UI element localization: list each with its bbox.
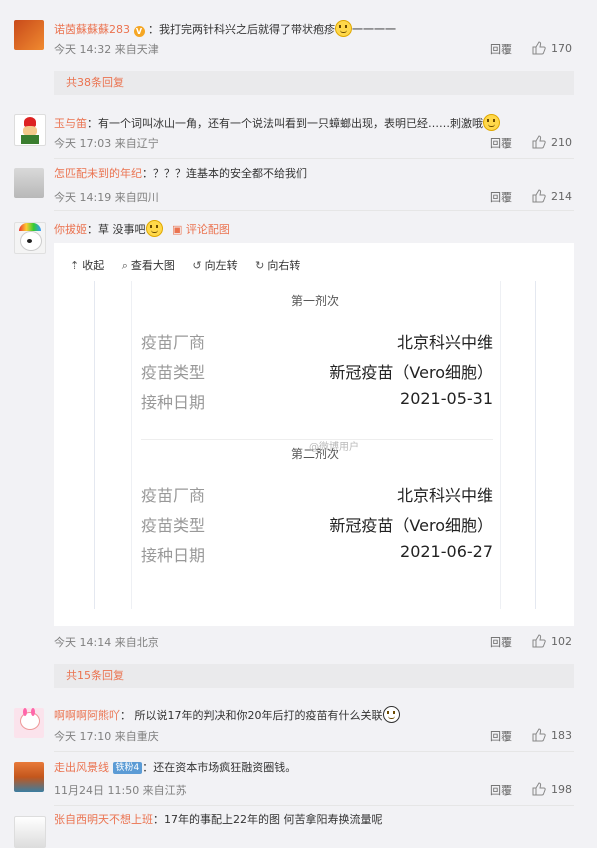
thumbs-up-icon bbox=[532, 135, 546, 149]
dose-tab: 第一剂次 bbox=[291, 294, 340, 308]
comment-text: ：草 没事吧 bbox=[87, 223, 146, 236]
watermark: @微博用户 bbox=[309, 442, 359, 453]
verified-icon: V bbox=[133, 26, 145, 37]
comment-time: 11月24日 11:50 来自江苏 bbox=[54, 784, 187, 797]
like-button[interactable]: 183 bbox=[532, 728, 572, 742]
comment-thread: { "comments": [ { "user": "诺茵蘇蘇蘇283", "t… bbox=[0, 0, 597, 848]
info-row: 接种日期 2021-06-27 bbox=[141, 542, 493, 565]
comment-picture-link[interactable]: 评论配图 bbox=[186, 223, 230, 236]
thumbs-up-icon bbox=[532, 41, 546, 55]
like-count: 170 bbox=[551, 42, 572, 55]
like-button[interactable]: 210 bbox=[532, 135, 572, 149]
like-button[interactable]: 214 bbox=[532, 189, 572, 203]
username[interactable]: 玉与笛 bbox=[54, 117, 87, 130]
like-count: 210 bbox=[551, 136, 572, 149]
divider bbox=[54, 210, 574, 211]
rotate-right-icon: ↻ bbox=[255, 259, 265, 272]
username[interactable]: 你拔姬 bbox=[54, 223, 87, 236]
like-button[interactable]: 170 bbox=[532, 41, 572, 55]
more-replies-button[interactable]: 共38条回复 bbox=[54, 71, 574, 95]
like-count: 102 bbox=[551, 635, 572, 648]
avatar[interactable] bbox=[14, 168, 44, 198]
username[interactable]: 啊啊啊阿熊吖 bbox=[54, 709, 120, 722]
rotate-right-button[interactable]: ↻ 向右转 bbox=[255, 259, 300, 272]
reply-button[interactable]: 回覆 bbox=[490, 189, 512, 205]
comment-text: ：我打完两针科兴之后就得了带状疱疹 bbox=[148, 23, 335, 36]
thumbs-up-icon bbox=[532, 189, 546, 203]
rotate-left-icon: ↺ bbox=[192, 259, 202, 272]
avatar[interactable] bbox=[14, 708, 44, 738]
divider bbox=[54, 158, 574, 159]
username[interactable]: 诺茵蘇蘇蘇283 bbox=[54, 23, 130, 36]
thumbs-up-icon bbox=[532, 728, 546, 742]
sad-emoji-icon bbox=[145, 220, 163, 237]
reply-button[interactable]: 回覆 bbox=[490, 41, 512, 57]
search-icon: ⌕ bbox=[121, 259, 128, 272]
like-count: 198 bbox=[551, 783, 572, 796]
avatar[interactable] bbox=[14, 222, 46, 254]
info-row: 疫苗类型 新冠疫苗（Vero细胞） bbox=[141, 363, 493, 382]
comment-time: 今天 14:14 来自北京 bbox=[54, 636, 159, 649]
username[interactable]: 走出风景线 bbox=[54, 761, 109, 774]
fan-level-badge: 铁粉4 bbox=[112, 762, 143, 774]
like-button[interactable]: 198 bbox=[532, 782, 572, 796]
collapse-button[interactable]: ⇡ 收起 bbox=[70, 259, 104, 272]
like-count: 183 bbox=[551, 729, 572, 742]
info-row: 疫苗厂商 北京科兴中维 bbox=[141, 333, 493, 352]
smile-emoji-icon bbox=[483, 114, 500, 131]
reply-button[interactable]: 回覆 bbox=[490, 728, 512, 744]
smile-emoji-icon bbox=[335, 20, 352, 37]
view-large-button[interactable]: ⌕ 查看大图 bbox=[122, 259, 175, 272]
comment-time: 今天 17:10 来自重庆 bbox=[54, 730, 159, 743]
rotate-left-button[interactable]: ↺ 向左转 bbox=[192, 259, 237, 272]
reply-button[interactable]: 回覆 bbox=[490, 782, 512, 798]
like-count: 214 bbox=[551, 190, 572, 203]
username[interactable]: 张自西明天不想上班 bbox=[54, 813, 153, 826]
comment-time: 今天 17:03 来自辽宁 bbox=[54, 137, 159, 150]
info-row: 接种日期 2021-05-31 bbox=[141, 389, 493, 412]
thumbs-up-icon bbox=[532, 782, 546, 796]
info-row: 疫苗类型 新冠疫苗（Vero细胞） bbox=[141, 516, 493, 535]
comment-text-tail: 一一一一 bbox=[352, 23, 396, 36]
comment-text: ： 所以说17年的判决和你20年后打的疫苗有什么关联 bbox=[120, 709, 383, 722]
reply-button[interactable]: 回覆 bbox=[490, 634, 512, 650]
comment-time: 今天 14:32 来自天津 bbox=[54, 43, 159, 56]
comment-text: ：17年的事配上22年的图 何苦拿阳寿换流量呢 bbox=[153, 813, 383, 826]
divider bbox=[54, 751, 574, 752]
avatar[interactable] bbox=[14, 816, 46, 848]
thumbs-up-icon bbox=[532, 634, 546, 648]
avatar[interactable] bbox=[14, 114, 46, 146]
collapse-icon: ⇡ bbox=[70, 259, 80, 272]
comment-text: ：有一个词叫冰山一角，还有一个说法叫看到一只蟑螂出现，表明已经……刺激哦 bbox=[87, 117, 483, 130]
comment-time: 今天 14:19 来自四川 bbox=[54, 191, 159, 204]
info-row: 疫苗厂商 北京科兴中维 bbox=[141, 486, 493, 505]
picture-icon: ▣ bbox=[172, 223, 183, 236]
reply-button[interactable]: 回覆 bbox=[490, 135, 512, 151]
like-button[interactable]: 102 bbox=[532, 634, 572, 648]
divider bbox=[54, 805, 574, 806]
avatar[interactable] bbox=[14, 762, 44, 792]
avatar[interactable] bbox=[14, 20, 44, 50]
comment-text: ：还在资本市场疯狂融资圈钱。 bbox=[142, 761, 297, 774]
image-viewer-toolbar: ⇡ 收起 ⌕ 查看大图 ↺ 向左转 ↻ 向右转 bbox=[70, 257, 314, 273]
comment-text: ：？？？连基本的安全都不给我们 bbox=[142, 167, 307, 180]
username[interactable]: 怎匹配未到的年纪 bbox=[54, 167, 142, 180]
more-replies-button[interactable]: 共15条回复 bbox=[54, 664, 574, 688]
panda-emoji-icon bbox=[382, 706, 400, 723]
